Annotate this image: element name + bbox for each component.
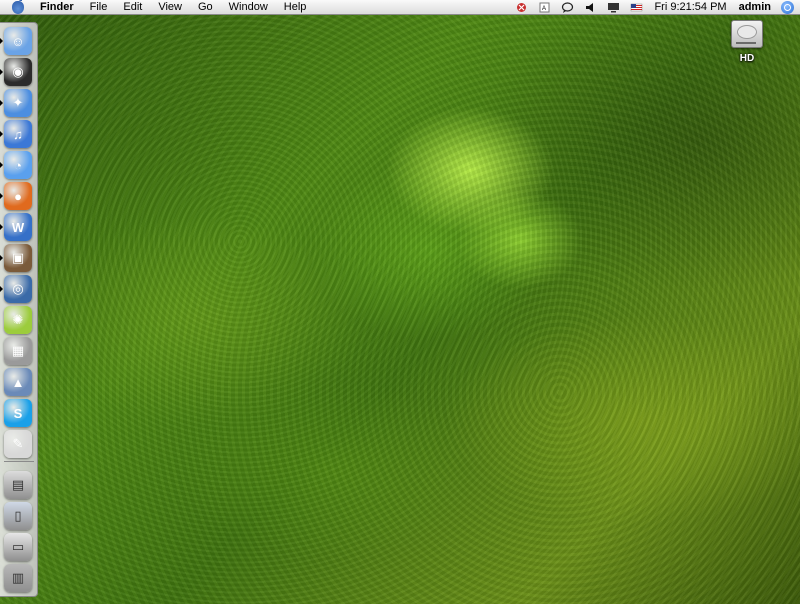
running-indicator [0,286,3,292]
hard-drive-desktop-icon[interactable]: HD [725,20,769,64]
textedit-icon[interactable]: ✎ [4,430,32,458]
finder-icon[interactable]: ☺ [4,27,32,55]
applications-folder-icon[interactable]: ▯ [4,502,32,530]
dock: ☺ ◉ ✦ ♫ ◔ ● W ▣ ◎ ✺ ▦ ▲ S ✎ ▤ ▯ ▭ ▥ [0,22,38,597]
skype-icon[interactable]: S [4,399,32,427]
running-indicator [0,162,3,168]
quicktime-icon[interactable]: ◎ [4,275,32,303]
speech-bubble-icon[interactable] [561,1,574,13]
menu-file[interactable]: File [82,0,116,15]
itunes-icon[interactable]: ♫ [4,120,32,148]
browser-window-icon[interactable]: ▭ [4,533,32,561]
running-indicator [0,193,3,199]
bluetooth-icon[interactable] [515,2,528,13]
dashboard-icon[interactable]: ◉ [4,58,32,86]
word-icon[interactable]: W [4,213,32,241]
safari-icon[interactable]: ✦ [4,89,32,117]
limewire-icon[interactable]: ✺ [4,306,32,334]
menu-bar: Finder File Edit View Go Window Help A F… [0,0,800,15]
running-indicator [0,38,3,44]
firefox-icon[interactable]: ● [4,182,32,210]
hard-drive-icon [731,20,763,48]
preview-icon[interactable]: ▣ [4,244,32,272]
volume-icon[interactable] [584,2,597,13]
menu-window[interactable]: Window [221,0,276,15]
svg-text:A: A [542,6,546,12]
trash-icon[interactable]: ▥ [4,564,32,592]
running-indicator [0,131,3,137]
menu-go[interactable]: Go [190,0,221,15]
ichat-icon[interactable]: ◔ [4,151,32,179]
text-input-icon[interactable]: A [538,2,551,13]
flag-icon[interactable] [630,2,643,13]
dock-divider [4,461,34,462]
apple-menu-icon[interactable] [12,0,24,14]
running-indicator [0,69,3,75]
hd-label: HD [739,53,755,64]
calculator-icon[interactable]: ▦ [4,337,32,365]
spotlight-icon[interactable] [781,0,794,14]
menu-view[interactable]: View [150,0,190,15]
menu-help[interactable]: Help [276,0,315,15]
running-indicator [0,100,3,106]
running-indicator [0,255,3,261]
status-area: A Fri 9:21:54 PM admin [510,0,800,15]
menu-app-finder[interactable]: Finder [34,0,82,15]
desktop[interactable]: Finder File Edit View Go Window Help A F… [0,0,800,604]
display-icon[interactable] [607,2,620,13]
menu-clock[interactable]: Fri 9:21:54 PM [648,1,732,13]
running-indicator [0,224,3,230]
network-icon[interactable]: ▲ [4,368,32,396]
menu-edit[interactable]: Edit [115,0,150,15]
window-minimized-icon[interactable]: ▤ [4,471,32,499]
menu-user[interactable]: admin [733,1,777,13]
